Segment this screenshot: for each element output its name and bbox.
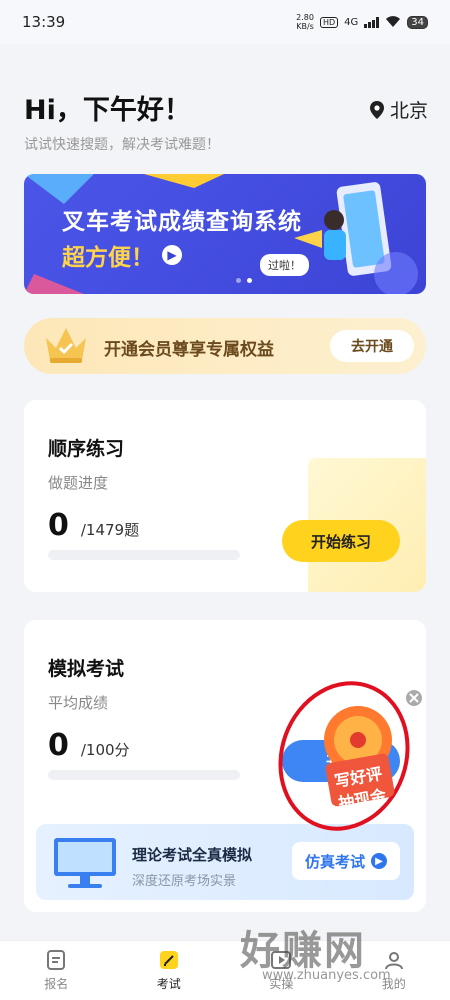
practice-progress-bar bbox=[48, 550, 240, 560]
location-label: 北京 bbox=[389, 100, 428, 122]
exam-title: 模拟考试 bbox=[48, 658, 125, 680]
status-time: 13:39 bbox=[22, 13, 66, 31]
simulation-title: 理论考试全真模拟 bbox=[132, 846, 253, 864]
banner-speech-bubble: 过啦！ bbox=[260, 254, 309, 276]
exam-progress-bar bbox=[48, 770, 240, 780]
crown-icon bbox=[46, 328, 86, 363]
status-icons: 2.80 KB/s HD 4G 34 bbox=[296, 13, 428, 31]
carousel-dot bbox=[236, 278, 241, 283]
tab-exam[interactable]: 考试 bbox=[129, 949, 209, 992]
watermark-url: www.zhuanyes.com bbox=[262, 968, 391, 983]
carousel-dot-active bbox=[247, 278, 252, 283]
practice-progress-label: 做题进度 bbox=[48, 474, 109, 492]
vip-banner[interactable]: 开通会员尊享专属权益 去开通 bbox=[24, 318, 426, 374]
form-icon bbox=[47, 950, 66, 970]
hd-icon: HD bbox=[319, 16, 339, 28]
tab-signup[interactable]: 报名 bbox=[16, 949, 96, 992]
floating-promo-widget[interactable]: 写好评 抽现金 bbox=[272, 660, 426, 836]
vip-activate-button[interactable]: 去开通 bbox=[330, 330, 414, 362]
start-practice-button[interactable]: 开始练习 bbox=[282, 520, 400, 562]
network-speed: 2.80 KB/s bbox=[296, 13, 314, 31]
exam-score-value: 0 /100分 bbox=[48, 728, 130, 763]
header: Hi，下午好！ 北京 bbox=[24, 88, 428, 127]
vip-label: 开通会员尊享专属权益 bbox=[104, 340, 274, 360]
simulation-exam-button[interactable]: 仿真考试 ▶ bbox=[292, 842, 400, 880]
practice-title: 顺序练习 bbox=[48, 438, 125, 460]
banner-subtitle: 超方便！ ▶ bbox=[62, 238, 182, 272]
promo-banner[interactable]: 叉车考试成绩查询系统 超方便！ ▶ 过啦！ bbox=[24, 174, 426, 294]
pencil-icon bbox=[159, 951, 178, 969]
header-subtitle: 试试快速搜题，解决考试难题！ bbox=[24, 137, 220, 153]
battery-icon: 34 bbox=[407, 15, 428, 29]
exam-score-label: 平均成绩 bbox=[48, 694, 109, 712]
wifi-icon bbox=[386, 16, 401, 27]
practice-progress-value: 0 /1479题 bbox=[48, 508, 140, 543]
network-type: 4G bbox=[344, 16, 359, 28]
chevron-right-icon: ▶ bbox=[371, 853, 387, 869]
monitor-icon bbox=[54, 838, 116, 888]
chevron-right-icon: ▶ bbox=[162, 245, 182, 265]
banner-title: 叉车考试成绩查询系统 bbox=[62, 209, 302, 235]
signal-icon bbox=[364, 16, 380, 28]
location-selector[interactable]: 北京 bbox=[369, 96, 428, 123]
practice-card: 顺序练习 做题进度 0 /1479题 开始练习 bbox=[24, 400, 426, 592]
greeting: Hi，下午好！ bbox=[24, 95, 191, 126]
location-pin-icon bbox=[369, 100, 384, 119]
simulation-subtitle: 深度还原考场实景 bbox=[132, 874, 237, 889]
status-bar: 13:39 2.80 KB/s HD 4G 34 bbox=[0, 0, 450, 44]
carousel-indicator bbox=[236, 278, 252, 283]
